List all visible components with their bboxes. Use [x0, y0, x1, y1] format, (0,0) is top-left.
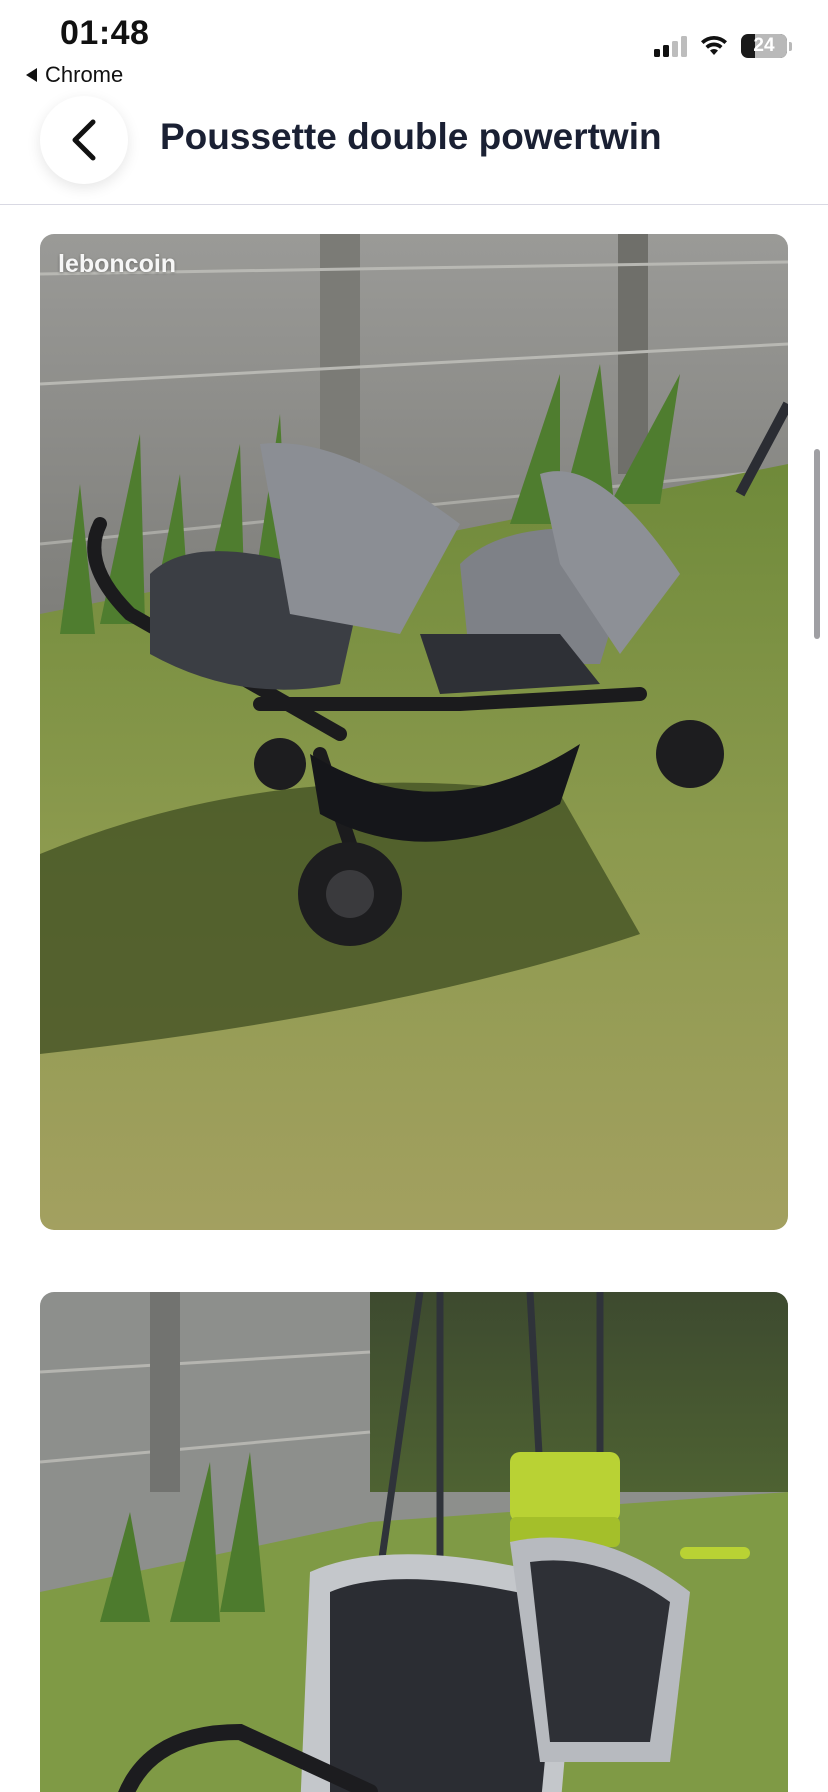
back-button[interactable]: [40, 96, 128, 184]
battery-level: 24: [753, 35, 775, 56]
battery-icon: 24: [741, 34, 787, 58]
back-triangle-icon: [26, 68, 37, 82]
stroller-photo-1[interactable]: leboncoin: [40, 234, 788, 1230]
status-time: 01:48: [60, 14, 150, 52]
status-bar: 01:48 Chrome 24: [0, 0, 828, 96]
wifi-icon: [701, 35, 727, 55]
status-icons: 24: [654, 34, 792, 58]
page-title: Poussette double powertwin: [160, 116, 662, 157]
stroller-photo-2[interactable]: [40, 1292, 788, 1792]
chevron-left-icon: [72, 119, 96, 161]
scrollbar[interactable]: [814, 449, 820, 639]
page-header: Poussette double powertwin: [0, 96, 828, 205]
leboncoin-watermark: leboncoin: [58, 250, 177, 278]
back-app-label: Chrome: [45, 62, 124, 87]
back-to-app-link[interactable]: Chrome: [26, 62, 123, 88]
battery-tip: [789, 41, 792, 51]
cellular-signal-icon: [654, 35, 687, 57]
photo-2-image: [40, 1292, 788, 1792]
photo-1-image: [40, 234, 788, 1230]
photo-gallery[interactable]: leboncoin: [0, 205, 828, 1792]
